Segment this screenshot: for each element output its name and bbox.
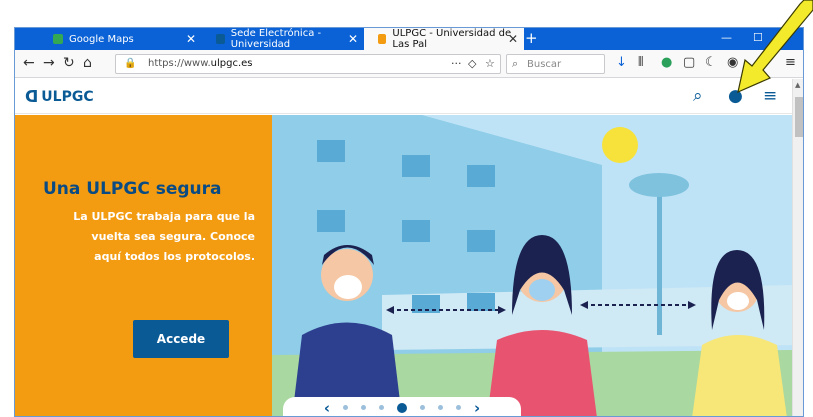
scroll-up-icon[interactable]: ▲ [795, 81, 800, 89]
tab-ulpgc[interactable]: ULPGC - Universidad de Las Pal ✕ [364, 28, 524, 50]
logo-text: ULPGC [41, 88, 94, 105]
navigation-toolbar: ← → ↻ ⌂ 🔒 https://www.ulpgc.es ··· ◇ ☆ ⌕… [15, 50, 803, 78]
close-tab-icon[interactable]: ✕ [348, 32, 358, 46]
carousel-dot[interactable] [343, 405, 348, 410]
tab-title: ULPGC - Universidad de Las Pal [392, 28, 512, 50]
search-box[interactable]: ⌕ Buscar [506, 54, 605, 74]
illustration-graphic [272, 115, 792, 416]
hero-text-panel: Una ULPGC segura La ULPGC trabaja para q… [15, 115, 272, 416]
hero-line-3: aquí todos los protocolos. [94, 250, 255, 263]
carousel-dot[interactable] [379, 405, 384, 410]
carousel-controls: ‹ › [283, 397, 521, 417]
tab-title: Sede Electrónica - Universidad [230, 28, 322, 50]
screenshot: Google Maps ✕ Sede Electrónica - Univers… [0, 0, 813, 417]
carousel-dot[interactable] [361, 405, 366, 410]
pocket-icon[interactable]: ◇ [468, 57, 476, 70]
close-tab-icon[interactable]: ✕ [186, 32, 196, 46]
hero-banner: Una ULPGC segura La ULPGC trabaja para q… [15, 115, 792, 417]
sidebar-icon[interactable]: ▢ [683, 55, 695, 70]
hero-line-1: La ULPGC trabaja para que la [73, 210, 255, 223]
hero-title: Una ULPGC segura [43, 179, 222, 199]
app-menu-icon[interactable]: ≡ [785, 55, 796, 70]
close-tab-icon[interactable]: ✕ [508, 32, 518, 46]
search-placeholder: Buscar [527, 59, 562, 70]
tab-title: Google Maps [69, 33, 134, 45]
lock-icon: 🔒 [124, 58, 137, 69]
web-page: ᗡ ULPGC ⌕ ● ≡ Una ULPGC segura La ULPGC … [15, 79, 792, 417]
dark-mode-icon[interactable]: ☾ [705, 55, 717, 70]
site-header: ᗡ ULPGC ⌕ ● ≡ [15, 79, 792, 114]
forward-icon[interactable]: → [43, 55, 55, 71]
hero-illustration [272, 115, 792, 416]
carousel-dot-active[interactable] [397, 402, 407, 413]
carousel-dot[interactable] [456, 405, 461, 410]
ulpgc-favicon [378, 34, 387, 44]
google-maps-favicon [53, 34, 63, 44]
carousel-next-icon[interactable]: › [474, 399, 480, 417]
site-logo[interactable]: ᗡ ULPGC [25, 87, 94, 106]
new-tab-button[interactable]: + [525, 29, 538, 47]
hero-line-2: vuelta sea segura. Conoce [91, 230, 255, 243]
tab-google-maps[interactable]: Google Maps ✕ [39, 28, 202, 50]
extension-icon[interactable]: ● [661, 55, 672, 70]
minimize-icon[interactable]: — [721, 31, 732, 44]
page-scrollbar[interactable]: ▲ [792, 79, 803, 416]
bookmark-star-icon[interactable]: ☆ [485, 57, 495, 70]
back-icon[interactable]: ← [23, 55, 35, 71]
hamburger-menu-icon[interactable]: ≡ [763, 86, 777, 106]
search-icon: ⌕ [512, 57, 519, 70]
account-icon[interactable]: ◉ [727, 55, 738, 70]
download-icon[interactable]: ↓ [616, 55, 627, 70]
browser-window: Google Maps ✕ Sede Electrónica - Univers… [14, 27, 804, 417]
hero-description: La ULPGC trabaja para que la vuelta sea … [15, 207, 255, 267]
user-icon[interactable]: ● [728, 86, 743, 106]
ulpgc-favicon [216, 34, 225, 44]
accede-button[interactable]: Accede [133, 320, 229, 358]
search-icon[interactable]: ⌕ [693, 86, 703, 106]
carousel-dot[interactable] [438, 405, 443, 410]
tab-sede-electronica[interactable]: Sede Electrónica - Universidad ✕ [202, 28, 364, 50]
carousel-dot[interactable] [420, 405, 425, 410]
home-icon[interactable]: ⌂ [83, 55, 92, 71]
url-text: https://www.ulpgc.es [148, 58, 253, 69]
address-bar[interactable]: 🔒 https://www.ulpgc.es ··· ◇ ☆ [115, 54, 501, 74]
tab-strip: Google Maps ✕ Sede Electrónica - Univers… [15, 28, 803, 50]
page-actions-icon[interactable]: ··· [451, 57, 462, 70]
reload-icon[interactable]: ↻ [63, 55, 75, 71]
carousel-prev-icon[interactable]: ‹ [324, 399, 330, 417]
scrollbar-thumb[interactable] [795, 97, 803, 137]
ulpgc-logo-icon: ᗡ [25, 87, 39, 106]
library-icon[interactable]: ⫴ [638, 55, 643, 70]
maximize-icon[interactable]: ☐ [753, 31, 763, 44]
